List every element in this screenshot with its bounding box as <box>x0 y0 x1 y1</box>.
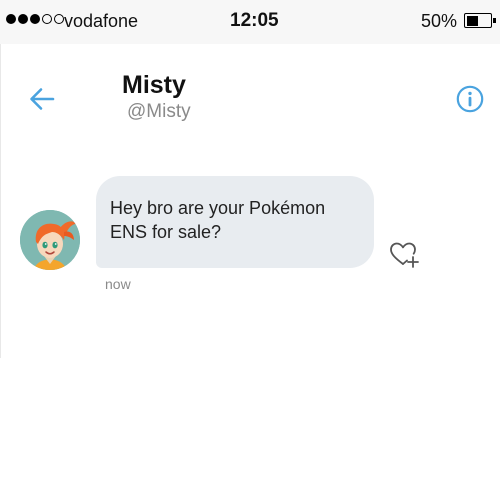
heart-add-icon <box>390 242 419 268</box>
like-button[interactable] <box>388 240 422 270</box>
contact-avatar[interactable] <box>20 210 80 270</box>
info-button[interactable] <box>456 85 484 113</box>
carrier-name: vodafone <box>64 11 139 31</box>
contact-handle: @Misty <box>127 101 191 122</box>
avatar-illustration <box>20 210 80 270</box>
contact-name: Misty <box>122 71 186 99</box>
back-button[interactable] <box>28 86 56 112</box>
arrow-left-icon <box>30 88 55 110</box>
signal-dot <box>6 14 16 24</box>
signal-dot <box>18 14 28 24</box>
info-circle-icon <box>456 85 484 113</box>
battery-icon <box>464 13 496 28</box>
status-bar: vodafone 12:05 50% <box>0 0 500 44</box>
battery-nub <box>493 17 496 23</box>
signal-strength-icon <box>6 14 66 24</box>
battery-percent: 50% <box>421 11 458 31</box>
panel-divider <box>0 44 1 358</box>
signal-dot <box>54 14 64 24</box>
battery-fill <box>466 15 478 26</box>
message-bubble[interactable]: Hey bro are your Pokémon ENS for sale? <box>96 176 374 268</box>
message-timestamp: now <box>105 276 131 292</box>
status-time: 12:05 <box>230 10 279 31</box>
signal-dot <box>30 14 40 24</box>
signal-dot <box>42 14 52 24</box>
